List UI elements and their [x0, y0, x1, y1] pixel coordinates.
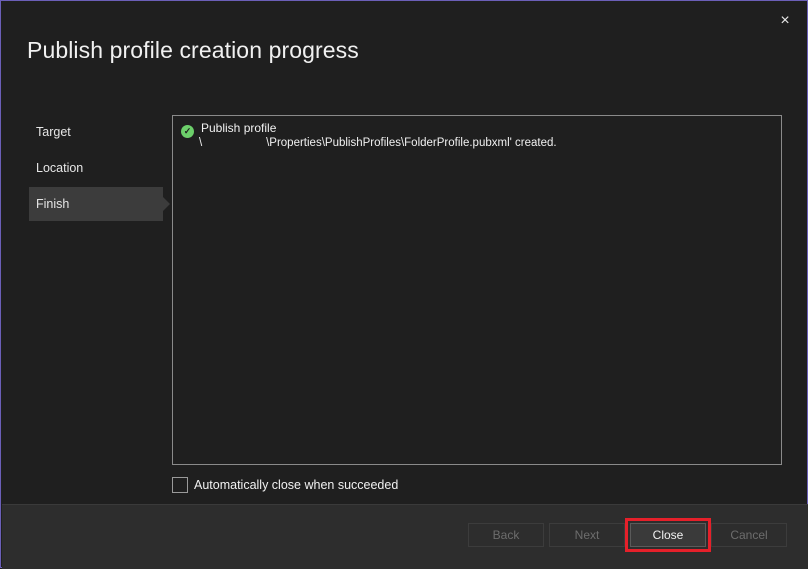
- progress-output[interactable]: ✓ Publish profile \ \Properties\PublishPr…: [172, 115, 782, 465]
- next-button[interactable]: Next: [549, 523, 625, 547]
- cancel-button[interactable]: Cancel: [711, 523, 787, 547]
- status-message: ✓ Publish profile: [181, 121, 276, 138]
- auto-close-checkbox[interactable]: [172, 477, 188, 493]
- dialog-title: Publish profile creation progress: [27, 37, 359, 63]
- close-icon[interactable]: ×: [775, 11, 795, 31]
- status-title: Publish profile: [201, 121, 277, 135]
- close-button[interactable]: Close: [625, 518, 711, 552]
- step-location[interactable]: Location: [29, 151, 163, 185]
- publish-dialog: × Publish profile creation progress Targ…: [0, 0, 808, 569]
- back-button[interactable]: Back: [468, 523, 544, 547]
- check-circle-icon: ✓: [181, 125, 194, 138]
- status-detail: \ \Properties\PublishProfiles\FolderProf…: [199, 137, 557, 149]
- step-finish[interactable]: Finish: [29, 187, 170, 221]
- auto-close-option[interactable]: Automatically close when succeeded: [172, 477, 398, 493]
- auto-close-label[interactable]: Automatically close when succeeded: [194, 478, 398, 492]
- wizard-steps: Target Location Finish: [29, 115, 170, 223]
- step-target[interactable]: Target: [29, 115, 163, 149]
- dialog-footer: Back Next Close Cancel: [2, 504, 808, 569]
